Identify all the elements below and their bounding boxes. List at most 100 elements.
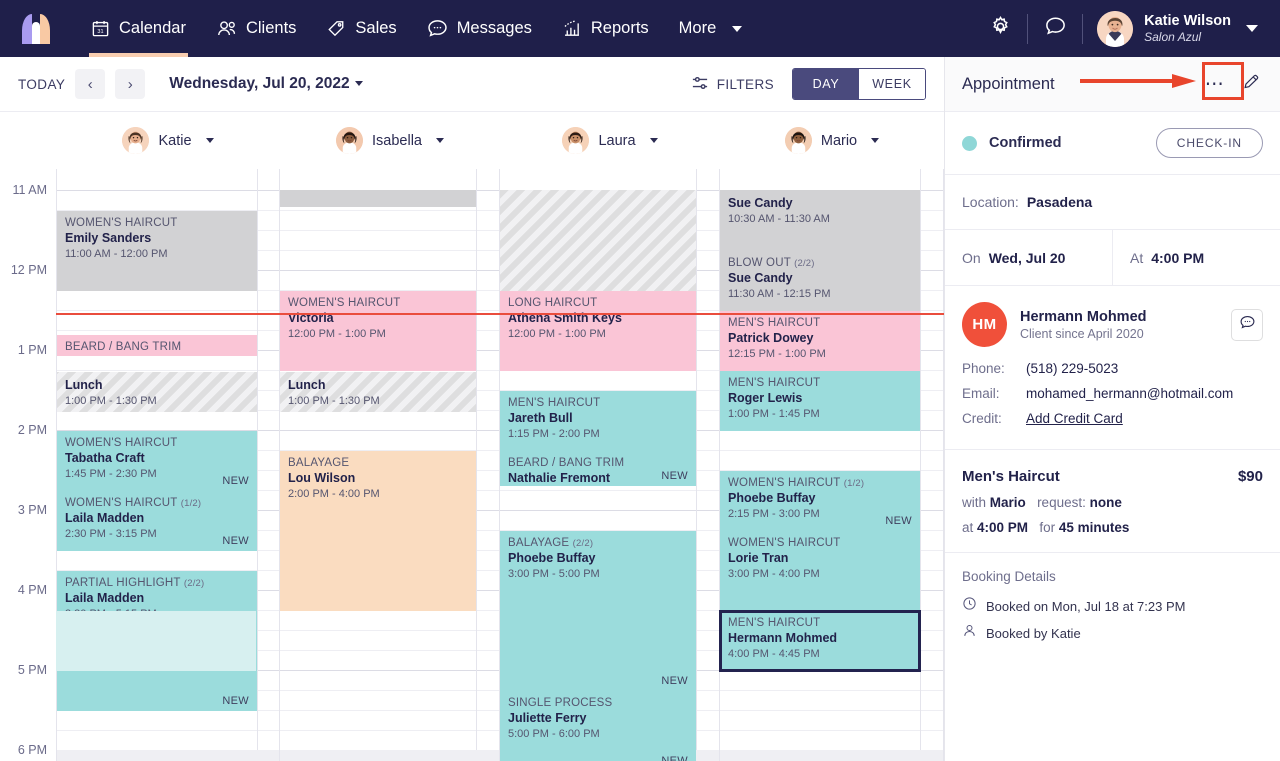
calendar-event[interactable]: BALAYAGE (2/2) Phoebe Buffay 3:00 PM - 5:0… [500, 531, 696, 691]
time-label: 6 PM [17, 743, 47, 757]
nav-item-sales[interactable]: Sales [311, 0, 411, 57]
message-client-button[interactable] [1231, 308, 1263, 341]
calendar-event[interactable] [500, 190, 696, 291]
tag-icon [326, 19, 346, 38]
grid-line [280, 430, 499, 431]
booking-details-title: Booking Details [962, 568, 1056, 584]
new-client-badge: NEW [661, 675, 688, 687]
check-in-button[interactable]: CHECK-IN [1155, 128, 1263, 158]
calendar-event[interactable]: SINGLE PROCESS Juliette Ferry 5:00 PM - 6:… [500, 691, 696, 761]
event-client-name: Tabatha Craft [65, 451, 145, 466]
next-day-button[interactable]: › [115, 69, 146, 99]
nav-item-more[interactable]: More [664, 0, 758, 57]
event-time-range: 1:00 PM - 1:30 PM [288, 394, 380, 407]
grid-line [57, 730, 279, 731]
staff-header-katie[interactable]: Katie [56, 112, 280, 169]
settings-button[interactable] [973, 0, 1027, 57]
grid-line [57, 330, 279, 331]
user-menu[interactable]: Katie Wilson Salon Azul [1083, 10, 1280, 47]
filters-button[interactable]: FILTERS [691, 75, 774, 94]
event-client-name: Laila Madden [65, 591, 145, 606]
staff-column-laura[interactable]: LONG HAIRCUT Athena Smith Keys 12:00 PM - … [500, 169, 720, 761]
add-credit-card-link[interactable]: Add Credit Card [1026, 407, 1123, 432]
staff-header-mario[interactable]: Mario [720, 112, 944, 169]
event-service-type: BEARD / BANG TRIM [65, 341, 182, 353]
today-button[interactable]: TODAY [18, 77, 65, 92]
date-picker[interactable]: Wednesday, Jul 20, 2022 [169, 75, 363, 93]
bar-chart-icon [562, 19, 582, 38]
tab-week[interactable]: WEEK [859, 69, 925, 99]
client-row: HM Hermann Mohmed Client since April 202… [945, 286, 1280, 347]
client-avatar-initials: HM [962, 302, 1007, 347]
calendar-event[interactable]: MEN'S HAIRCUT Roger Lewis 1:00 PM - 1:45 P… [720, 371, 920, 431]
client-contact-table: Phone: (518) 229-5023 Email: mohamed_her… [945, 347, 1280, 432]
staff-header-laura[interactable]: Laura [500, 112, 720, 169]
credit-row: Credit: Add Credit Card [962, 407, 1263, 432]
staff-column-mario[interactable]: Sue Candy 10:30 AM - 11:30 AM BLOW OUT (2/… [719, 169, 944, 761]
event-time-range: 2:15 PM - 3:00 PM [728, 508, 820, 521]
staff-column-isabella[interactable]: WOMEN'S HAIRCUT Victoria 12:00 PM - 1:00 P… [280, 169, 500, 761]
calendar-event[interactable]: Sue Candy 10:30 AM - 11:30 AM [720, 190, 920, 251]
date-cell[interactable]: On Wed, Jul 20 [945, 230, 1112, 285]
nav-item-clients[interactable]: Clients [201, 0, 311, 57]
calendar-event[interactable]: WOMEN'S HAIRCUT Emily Sanders 11:00 AM - 1… [57, 211, 257, 291]
nav-item-messages[interactable]: Messages [412, 0, 547, 57]
credit-label: Credit: [962, 410, 1002, 426]
calendar-event[interactable]: WOMEN'S HAIRCUT Tabatha Craft 1:45 PM - 2:… [57, 431, 257, 491]
at-label: at [962, 519, 974, 535]
grid-line [57, 310, 279, 311]
staff-name: Laura [598, 132, 636, 149]
brand-logo[interactable] [22, 13, 50, 44]
staff-column-katie[interactable]: WOMEN'S HAIRCUT Emily Sanders 11:00 AM - 1… [56, 169, 280, 761]
staff-header-isabella[interactable]: Isabella [280, 112, 500, 169]
calendar-event[interactable]: WOMEN'S HAIRCUT Lorie Tran 3:00 PM - 4:00 … [720, 531, 920, 611]
nav-label-calendar: Calendar [119, 19, 186, 37]
grid-line [720, 730, 943, 731]
nav-item-reports[interactable]: Reports [547, 0, 664, 57]
event-service-type: MEN'S HAIRCUT [508, 397, 601, 409]
calendar-event[interactable]: Lunch 1:00 PM - 1:30 PM [57, 372, 257, 412]
calendar-event[interactable]: BEARD / BANG TRIM [57, 335, 257, 356]
grid-line [280, 650, 499, 651]
user-org: Salon Azul [1144, 29, 1202, 44]
top-nav-right-cluster: Katie Wilson Salon Azul [973, 0, 1280, 57]
calendar-event[interactable]: BALAYAGE Lou Wilson 2:00 PM - 4:00 PM [280, 451, 476, 611]
unavailable-block [57, 750, 279, 761]
event-time-range: 12:00 PM - 1:00 PM [508, 328, 606, 341]
calendar-event[interactable]: BLOW OUT (2/2) Sue Candy 11:30 AM - 12:15 … [720, 251, 920, 311]
calendar-event[interactable]: MEN'S HAIRCUT Jareth Bull 1:15 PM - 2:00 P… [500, 391, 696, 451]
calendar-event[interactable]: WOMEN'S HAIRCUT Victoria 12:00 PM - 1:00 P… [280, 291, 476, 371]
time-cell[interactable]: At 4:00 PM [1112, 230, 1280, 285]
chevron-down-icon [732, 25, 743, 32]
user-name: Katie Wilson [1144, 12, 1231, 29]
time-label: 5 PM [17, 663, 47, 677]
event-time-range: 12:15 PM - 1:00 PM [728, 348, 826, 361]
client-name[interactable]: Hermann Mohmed [1020, 309, 1147, 325]
event-client-name: Lorie Tran [728, 551, 789, 566]
calendar-event[interactable]: Lunch 1:00 PM - 1:30 PM [280, 372, 476, 412]
calendar-event[interactable]: WOMEN'S HAIRCUT (1/2) Phoebe Buffay 2:15 P… [720, 471, 920, 531]
calendar-event[interactable]: BEARD / BANG TRIM Nathalie Fremont NEW [500, 451, 696, 486]
calendar-event[interactable]: LONG HAIRCUT Athena Smith Keys 12:00 PM - … [500, 291, 696, 371]
time-label: 3 PM [17, 503, 47, 517]
messages-button[interactable] [1028, 0, 1082, 57]
tab-day[interactable]: DAY [793, 69, 859, 99]
grid-line [280, 630, 499, 631]
calendar-event[interactable]: MEN'S HAIRCUT Hermann Mohmed 4:00 PM - 4:4… [719, 610, 921, 672]
chat-bubble-icon [1239, 314, 1256, 336]
calendar-event[interactable]: WOMEN'S HAIRCUT (1/2) Laila Madden 2:30 PM… [57, 491, 257, 551]
event-service-type: MEN'S HAIRCUT [728, 377, 821, 389]
event-client-name: Jareth Bull [508, 411, 573, 426]
chat-bubble-icon [1044, 15, 1067, 43]
prev-day-button[interactable]: ‹ [75, 69, 106, 99]
calendar-event[interactable] [280, 190, 476, 207]
grid-line [720, 450, 943, 451]
column-divider [920, 169, 921, 761]
grid-line [57, 370, 279, 371]
calendar-event[interactable]: MEN'S HAIRCUT Patrick Dowey 12:15 PM - 1:0… [720, 311, 920, 371]
event-service-type: WOMEN'S HAIRCUT (1/2) [728, 477, 865, 489]
person-icon [962, 621, 977, 648]
new-client-badge: NEW [661, 755, 688, 761]
nav-item-calendar[interactable]: 31 Calendar [76, 0, 201, 57]
new-client-badge: NEW [222, 535, 249, 547]
